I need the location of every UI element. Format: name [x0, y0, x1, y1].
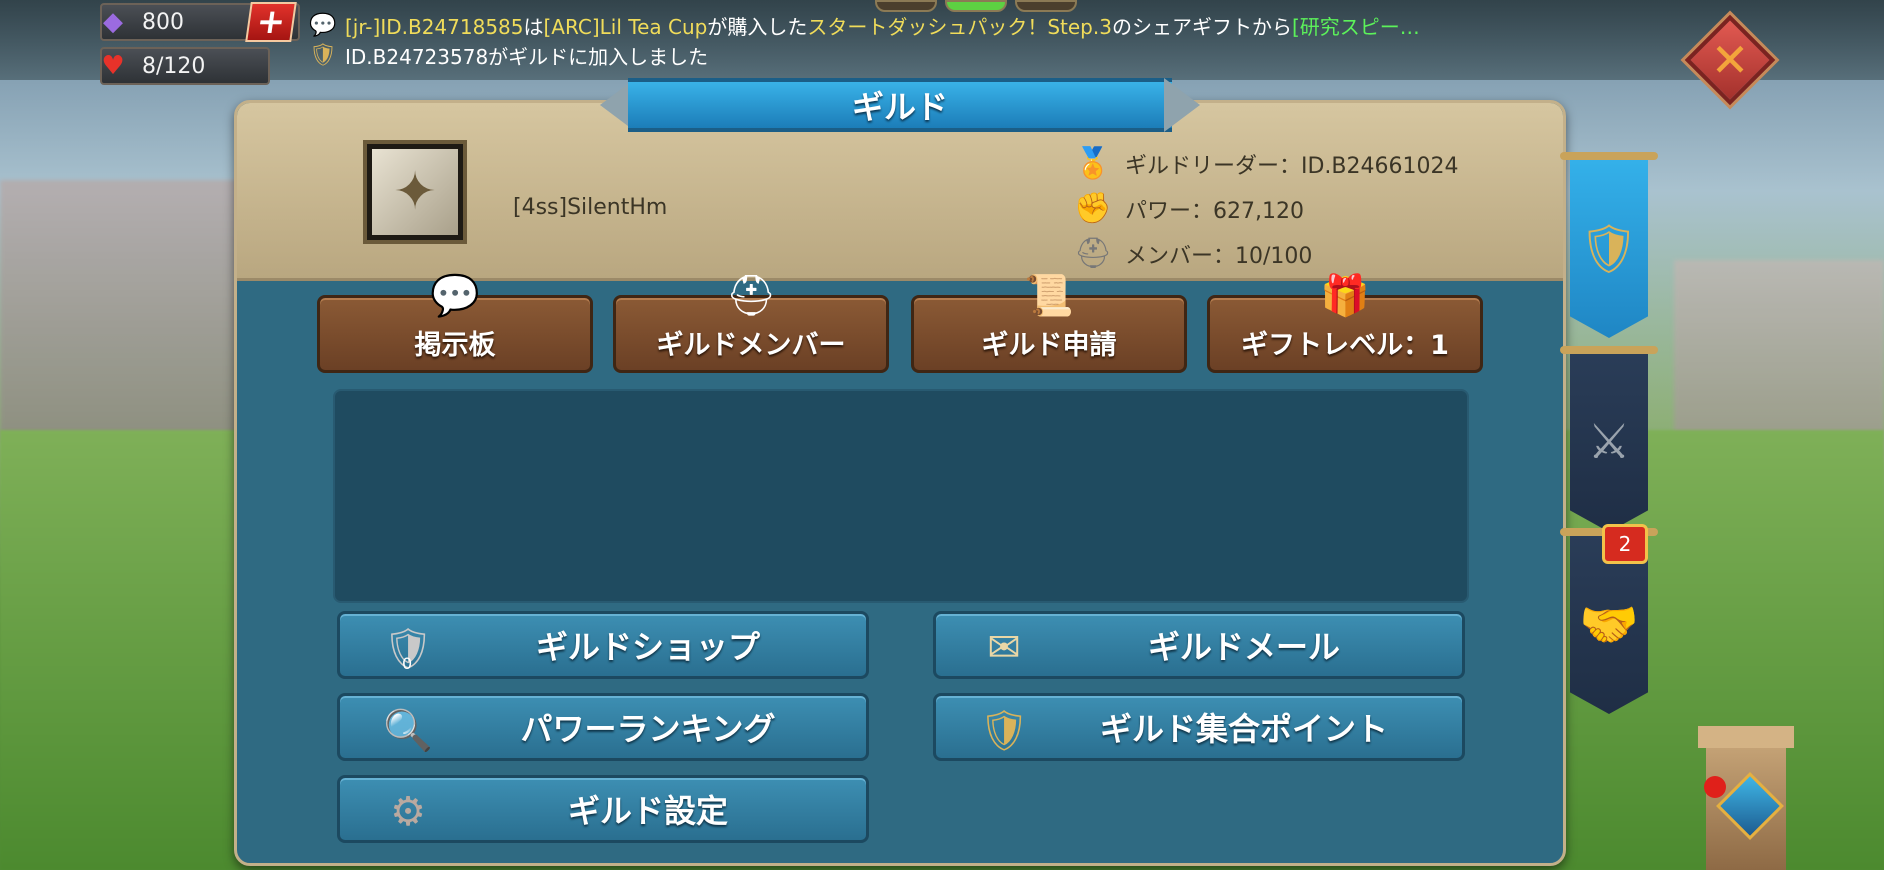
guild-power-row: ✊ パワー：627,120: [1071, 186, 1459, 231]
notification-badge: 2: [1602, 524, 1648, 564]
gift-icon: 🎁: [1320, 273, 1370, 319]
ticker-line-2: 🛡 ID.B24723578がギルドに加入しました: [305, 40, 1545, 70]
button-label: パワーランキング: [520, 710, 776, 748]
winged-shield-icon: ✦: [372, 149, 458, 235]
chat-bubble-icon: 💬: [430, 273, 480, 319]
tab-message-board[interactable]: 💬 掲示板: [317, 276, 593, 373]
ticker-message-1: [jr-]ID.B24718585は[ARC]Lil Tea Cupが購入したス…: [345, 11, 1420, 40]
chat-bubble-icon: 💬: [309, 12, 337, 38]
helmet-icon: ⛑: [725, 273, 777, 319]
guild-members-row: ⛑ メンバー：10/100: [1071, 231, 1459, 276]
leader-medal-icon: 🏅: [1074, 146, 1112, 181]
shop-count: 0: [402, 654, 413, 673]
gem-icon: ◆: [103, 7, 123, 37]
envelope-icon: ✉: [987, 625, 1021, 671]
guild-content-area: [333, 389, 1469, 603]
ticker-segment: [研究スピー…: [1291, 14, 1420, 39]
helmet-icon: ⛑: [1073, 236, 1113, 271]
scroll-icon: 📜: [1024, 273, 1074, 319]
guild-emblem[interactable]: ✦: [363, 140, 467, 244]
close-button[interactable]: ✕: [1684, 14, 1776, 106]
guild-mail-button[interactable]: ✉ ギルドメール: [933, 611, 1465, 679]
ticker-message-2: ID.B24723578がギルドに加入しました: [345, 44, 709, 69]
guild-info-list: 🏅 ギルドリーダー：ID.B24661024 ✊ パワー：627,120 ⛑ メ…: [1071, 141, 1459, 276]
side-tab-guild[interactable]: 🛡: [1560, 152, 1658, 338]
guild-leader-text: ギルドリーダー：ID.B24661024: [1125, 153, 1459, 179]
side-tab-rod: [1560, 152, 1658, 160]
heart-icon: ♥: [101, 51, 125, 81]
magnifier-icon: 🔍: [383, 707, 433, 754]
stamina-value: 8/120: [142, 53, 206, 79]
banner-arrow-right: [1164, 78, 1200, 132]
button-label: ギルドメール: [1147, 628, 1340, 666]
side-tab-battle[interactable]: ⚔: [1560, 346, 1658, 532]
guild-name: [4ss]SilentHm: [513, 195, 668, 220]
button-label: ギルドショップ: [535, 628, 760, 666]
crossed-swords-icon: ⚔: [1587, 414, 1631, 470]
guild-rally-point-button[interactable]: 🛡 ギルド集合ポイント: [933, 693, 1465, 761]
power-ranking-button[interactable]: 🔍 パワーランキング: [337, 693, 869, 761]
guild-crest-icon: 🛡: [978, 707, 1030, 754]
shop-shield-icon: 🛡 0: [382, 625, 434, 674]
guild-power-text: パワー：627,120: [1125, 198, 1304, 224]
close-icon: ✕: [1710, 33, 1750, 87]
castle-shortcut-button[interactable]: [1676, 722, 1806, 870]
tab-label: ギルド申請: [981, 330, 1117, 361]
chat-ticker[interactable]: 💬 [jr-]ID.B24718585は[ARC]Lil Tea Cupが購入し…: [305, 10, 1545, 76]
tab-label: ギフトレベル：1: [1241, 330, 1449, 361]
guild-shop-button[interactable]: 🛡 0 ギルドショップ: [337, 611, 869, 679]
ticker-segment: のシェアギフトから: [1111, 14, 1292, 39]
panel-title-banner: ギルド: [600, 78, 1200, 132]
ticker-segment: [jr-]ID.B24718585: [345, 14, 524, 39]
guild-settings-button[interactable]: ⚙ ギルド設定: [337, 775, 869, 843]
ticker-segment: スタートダッシュパック！Step.3: [807, 14, 1112, 39]
guild-crest-icon: 🛡: [1578, 221, 1640, 277]
guild-leader-row: 🏅 ギルドリーダー：ID.B24661024: [1071, 141, 1459, 186]
tab-gift-level[interactable]: 🎁 ギフトレベル：1: [1207, 276, 1483, 373]
notification-dot: [1704, 776, 1726, 798]
guild-panel: ✦ [4ss]SilentHm 🏅 ギルドリーダー：ID.B24661024 ✊…: [234, 100, 1566, 866]
stamina-counter: ♥ 8/120: [100, 47, 270, 85]
ticker-segment: が購入した: [707, 14, 808, 39]
side-tab-rod: [1560, 346, 1658, 354]
gear-icon: ⚙: [390, 789, 426, 835]
tab-label: ギルドメンバー: [656, 330, 846, 361]
ticker-segment: [ARC]Lil Tea Cup: [543, 14, 708, 39]
guild-members-text: メンバー：10/100: [1125, 243, 1313, 269]
fist-icon: ✊: [1074, 191, 1112, 226]
ticker-segment: は: [523, 14, 544, 39]
button-label: ギルド設定: [567, 792, 728, 830]
add-gems-button[interactable]: +: [245, 2, 297, 42]
tab-label: 掲示板: [414, 330, 496, 361]
tab-guild-members[interactable]: ⛑ ギルドメンバー: [613, 276, 889, 373]
gem-value: 800: [142, 9, 184, 35]
panel-title: ギルド: [628, 78, 1172, 132]
button-label: ギルド集合ポイント: [1099, 710, 1388, 748]
handshake-icon: 🤝: [1579, 597, 1639, 653]
ticker-line-1: 💬 [jr-]ID.B24718585は[ARC]Lil Tea Cupが購入し…: [305, 10, 1545, 40]
background-wall-left: [0, 180, 260, 440]
guild-crest-icon: 🛡: [309, 42, 337, 68]
tab-guild-applications[interactable]: 📜 ギルド申請: [911, 276, 1187, 373]
